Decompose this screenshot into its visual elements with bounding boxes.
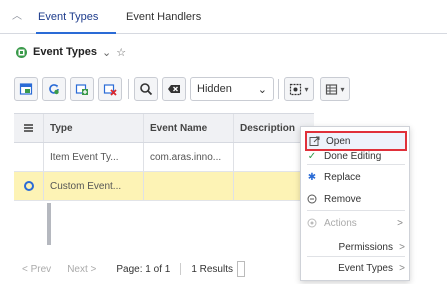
toolbar-divider [278, 79, 279, 99]
page-title: Event Types [33, 46, 97, 58]
menu-item-label: Event Types [338, 262, 393, 274]
search-mode-value: Hidden [197, 83, 232, 95]
new-item-icon [19, 83, 33, 95]
tabs-bar: ︿ Event Types Event Handlers [0, 0, 447, 34]
search-mode-select[interactable]: Hidden ⌄ [190, 77, 274, 101]
refresh-icon [49, 84, 59, 95]
cell-event-name [144, 172, 234, 200]
search-button[interactable] [134, 77, 158, 101]
menu-item-event-types[interactable]: Event Types > [305, 258, 407, 278]
grid-scrollbar[interactable] [47, 203, 51, 245]
radio-icon [23, 181, 34, 191]
chevron-down-icon: ⌄ [257, 83, 267, 96]
toolbar-divider [128, 79, 129, 99]
replace-icon: ✱ [307, 171, 317, 183]
item-type-icon [15, 46, 28, 59]
row-selector[interactable] [14, 172, 44, 200]
refresh-button[interactable] [42, 77, 66, 101]
menu-divider [307, 256, 405, 257]
menu-item-label: Done Editing [324, 150, 382, 162]
column-menu-icon [24, 124, 33, 132]
chevron-right-icon: > [397, 217, 403, 229]
menu-item-actions[interactable]: Actions > [305, 213, 407, 233]
results-count: 1 Results [191, 263, 233, 275]
chevron-right-icon: > [399, 262, 405, 274]
clear-icon [168, 85, 180, 93]
new-item-button[interactable] [14, 77, 38, 101]
view-settings-icon [290, 83, 302, 95]
prev-page-button[interactable]: < Prev [22, 264, 51, 275]
chevron-down-icon: ▾ [304, 84, 309, 94]
layout-icon [326, 83, 338, 95]
cell-event-name: com.aras.inno... [144, 143, 234, 171]
context-menu: Open ✓ Done Editing ✱ Replace Remove Act… [300, 126, 410, 281]
title-row: Event Types ⌄ ☆ [15, 43, 126, 61]
page-size-input[interactable] [237, 261, 245, 277]
cell-type: Item Event Ty... [44, 143, 144, 171]
pager: < Prev Next > Page: 1 of 1 1 Results [22, 261, 245, 277]
items-grid: Type Event Name Description Item Event T… [14, 113, 314, 201]
menu-item-replace[interactable]: ✱ Replace [305, 167, 407, 187]
page-indicator: Page: 1 of 1 [116, 263, 171, 275]
add-button[interactable] [70, 77, 94, 101]
pager-divider [180, 263, 182, 275]
table-row[interactable]: Custom Event... [14, 172, 314, 201]
search-icon [140, 83, 153, 96]
menu-item-done-editing[interactable]: ✓ Done Editing [305, 146, 407, 166]
delete-button[interactable] [98, 77, 122, 101]
cell-type: Custom Event... [44, 172, 144, 200]
menu-divider [307, 164, 405, 165]
menu-item-remove[interactable]: Remove [305, 189, 407, 209]
menu-item-label: Remove [324, 193, 362, 205]
open-icon [307, 136, 321, 147]
tab-event-handlers[interactable]: Event Handlers [124, 0, 214, 34]
menu-item-label: Open [326, 135, 351, 147]
menu-divider [307, 210, 405, 211]
column-menu-button[interactable] [14, 114, 44, 142]
chevron-up-icon[interactable]: ︿ [12, 12, 22, 22]
view-settings-dropdown[interactable]: ▾ [284, 77, 314, 101]
star-icon[interactable]: ☆ [116, 46, 126, 59]
chevron-down-icon[interactable]: ⌄ [102, 46, 111, 59]
toolbar: Hidden ⌄ ▾ ▾ [14, 76, 356, 102]
column-header-event-name[interactable]: Event Name [144, 114, 234, 142]
column-header-type[interactable]: Type [44, 114, 144, 142]
menu-item-label: Permissions [338, 241, 393, 253]
row-selector[interactable] [14, 143, 44, 171]
next-page-button[interactable]: Next > [67, 264, 96, 275]
tab-event-types[interactable]: Event Types [36, 0, 116, 34]
table-row[interactable]: Item Event Ty... com.aras.inno... [14, 143, 314, 172]
add-icon [75, 84, 88, 95]
remove-icon [305, 194, 319, 204]
chevron-down-icon: ▾ [340, 84, 345, 94]
actions-icon [305, 218, 319, 228]
grid-header-row: Type Event Name Description [14, 113, 314, 143]
check-icon: ✓ [307, 150, 317, 162]
layout-dropdown[interactable]: ▾ [320, 77, 350, 101]
delete-icon [103, 84, 117, 96]
chevron-right-icon: > [399, 241, 405, 253]
clear-search-button[interactable] [162, 77, 186, 101]
menu-item-label: Actions [324, 217, 357, 229]
menu-item-label: Replace [324, 171, 361, 183]
menu-item-permissions[interactable]: Permissions > [305, 237, 407, 257]
